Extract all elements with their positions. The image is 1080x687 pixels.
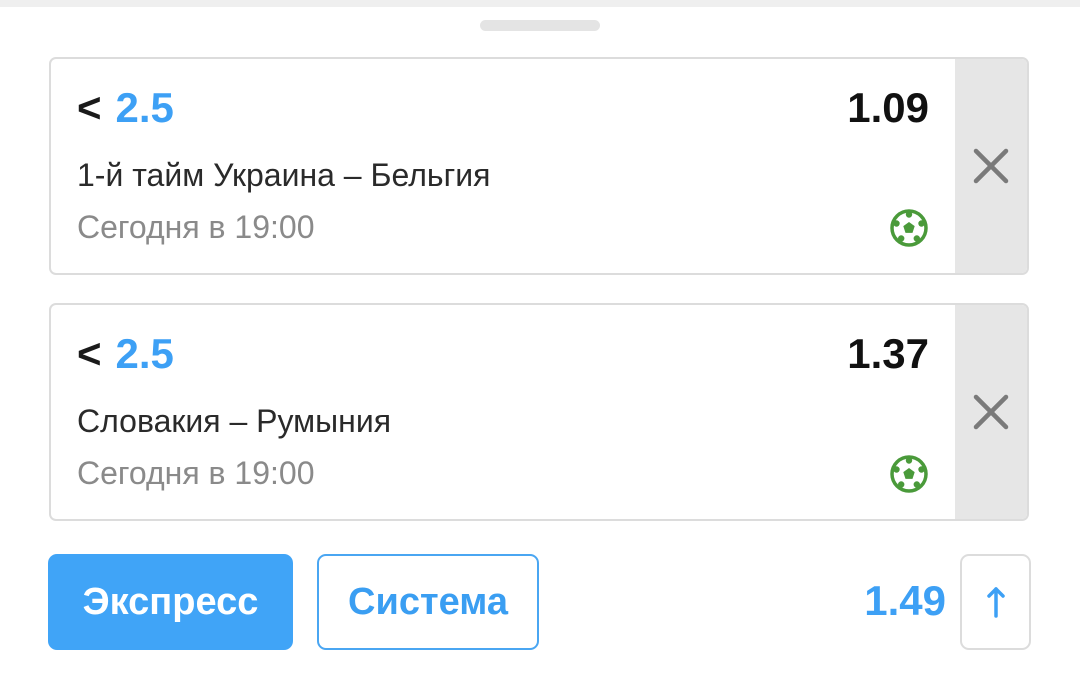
top-strip (0, 0, 1080, 7)
bet-event-name: 1-й тайм Украина – Бельгия (77, 157, 491, 193)
soccer-ball-icon (890, 455, 928, 493)
bet-event-name: Словакия – Румыния (77, 403, 392, 439)
bet-sign: < (77, 84, 102, 131)
close-icon (973, 394, 1009, 430)
bet-event-time: Сегодня в 19:00 (77, 455, 315, 491)
expand-coupon-button[interactable] (960, 554, 1031, 650)
bet-card: <2.5 1.09 1-й тайм Украина – Бельгия Сег… (49, 57, 1029, 275)
arrow-up-icon (986, 587, 1005, 618)
bet-odds: 1.37 (847, 330, 929, 377)
total-odds: 1.49 (864, 577, 946, 624)
bet-line: <2.5 (77, 83, 174, 133)
system-button[interactable]: Система (317, 554, 539, 650)
close-icon (973, 148, 1009, 184)
bet-line: <2.5 (77, 329, 174, 379)
bet-card: <2.5 1.37 Словакия – Румыния Сегодня в 1… (49, 303, 1029, 521)
bet-event-time: Сегодня в 19:00 (77, 209, 315, 245)
bet-line-value: 2.5 (115, 330, 174, 377)
express-button[interactable]: Экспресс (48, 554, 293, 650)
soccer-ball-icon (890, 209, 928, 247)
remove-bet-button[interactable] (955, 305, 1027, 519)
bet-sign: < (77, 330, 102, 377)
bet-line-value: 2.5 (115, 84, 174, 131)
sheet-drag-handle[interactable] (480, 20, 600, 31)
bet-odds: 1.09 (847, 84, 929, 131)
remove-bet-button[interactable] (955, 59, 1027, 273)
